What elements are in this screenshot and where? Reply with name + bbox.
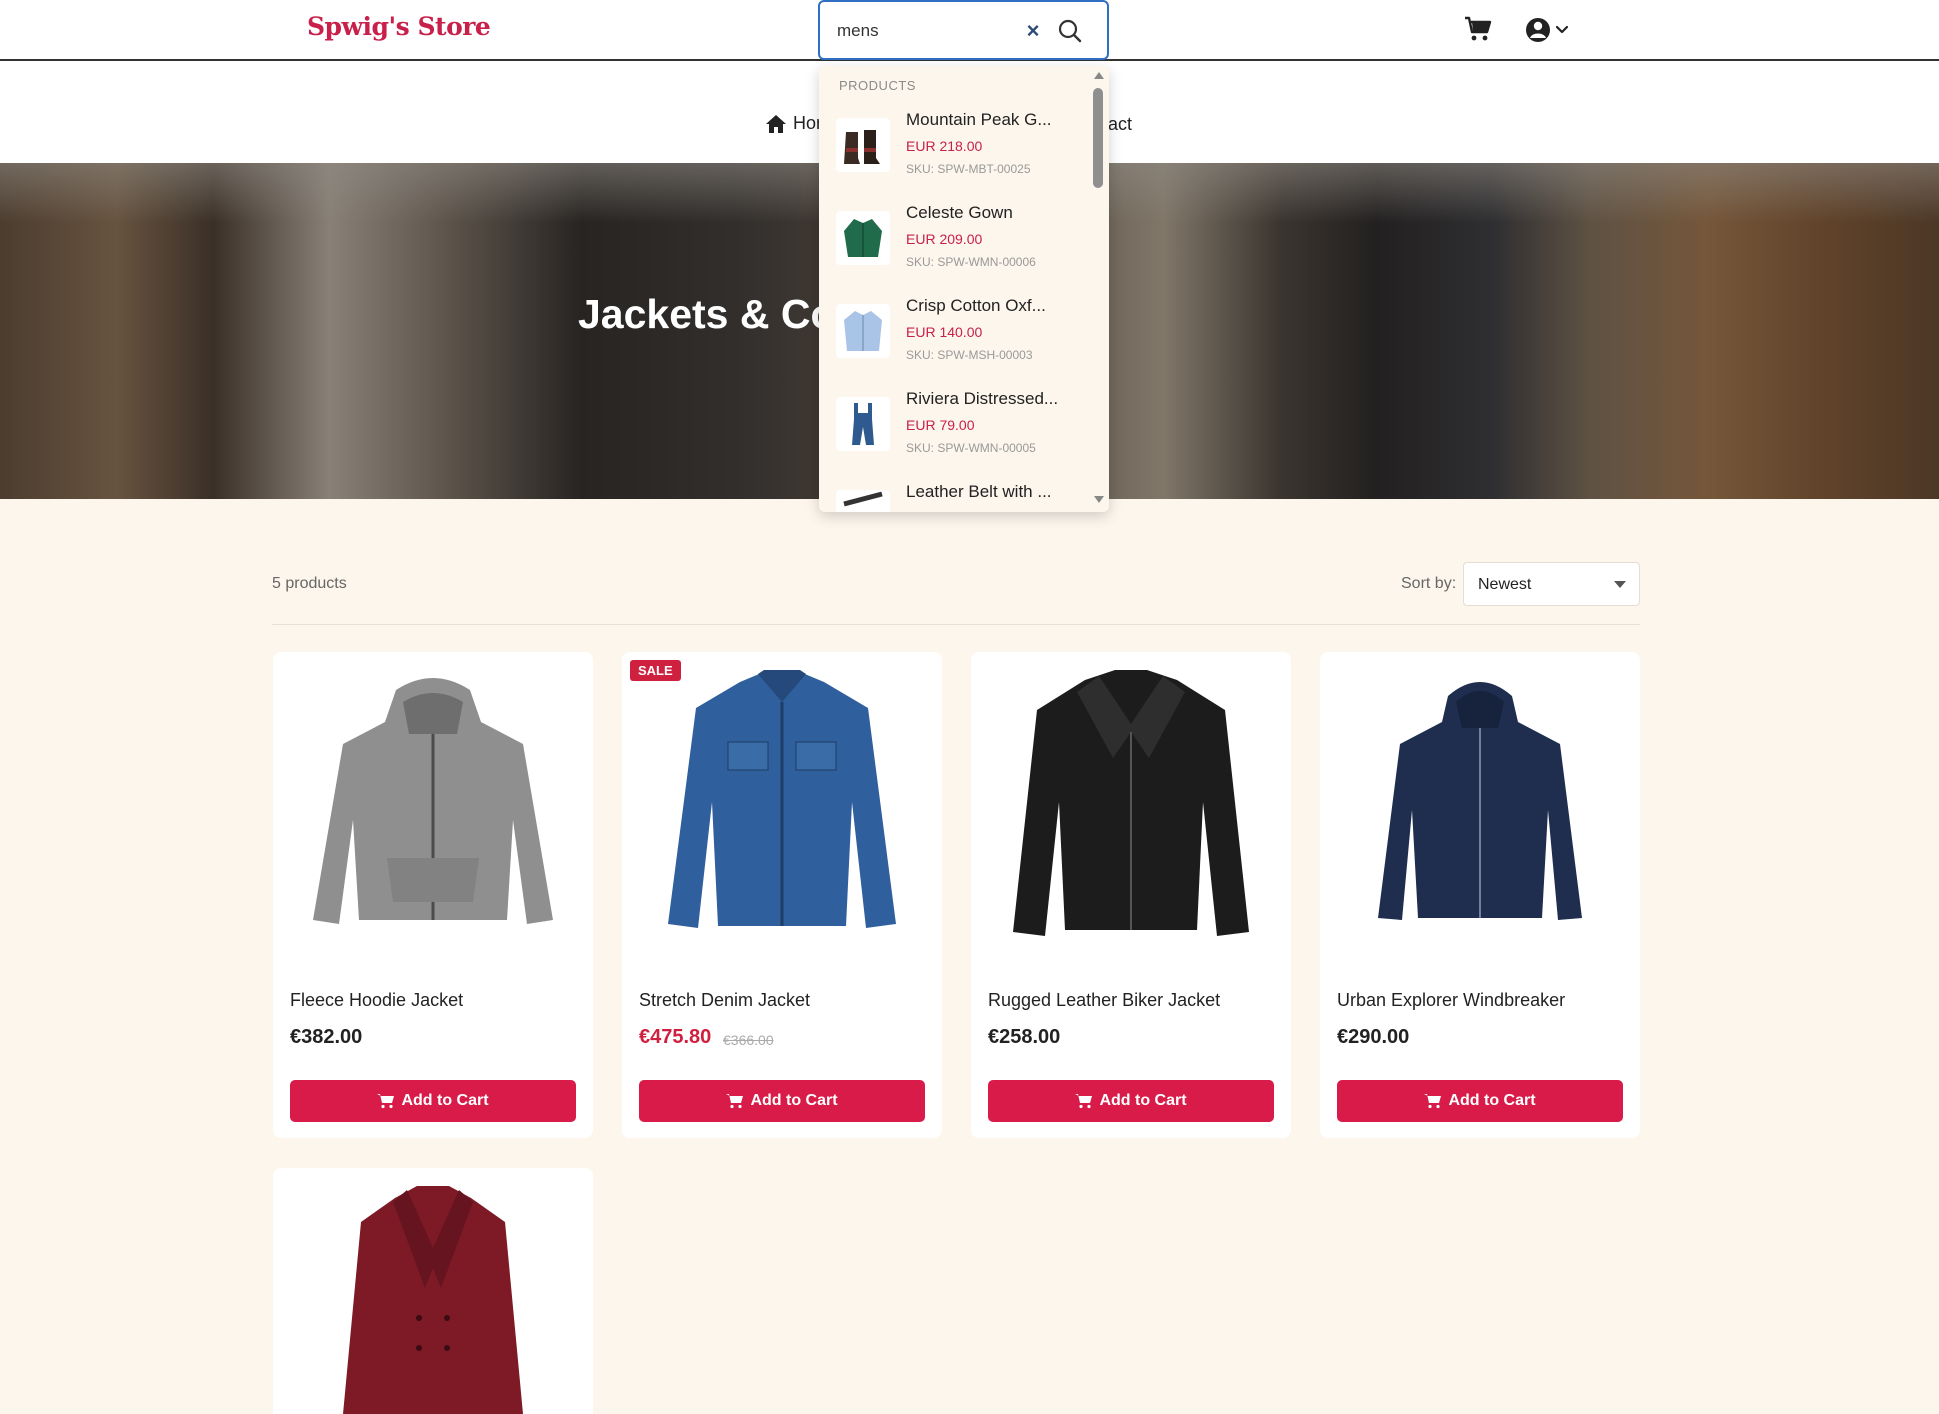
search-input[interactable]: [837, 18, 1027, 44]
suggestion-name: Mountain Peak G...: [906, 110, 1052, 129]
caret-down-icon: [1614, 581, 1626, 588]
add-to-cart-button[interactable]: Add to Cart: [988, 1080, 1274, 1122]
user-circle-icon: [1526, 18, 1569, 42]
suggestion-item[interactable]: Mountain Peak G... EUR 218.00 SKU: SPW-M…: [819, 104, 1083, 197]
suggestion-price: EUR 140.00: [906, 324, 983, 340]
product-price: €258.00: [988, 1026, 1061, 1048]
suggestion-name: Leather Belt with ...: [906, 482, 1052, 501]
store-logo[interactable]: Spwig's Store: [307, 12, 491, 41]
search-suggestions: PRODUCTS Mountain Peak G... EUR 218.00 S…: [819, 66, 1109, 512]
suggestion-item[interactable]: Riviera Distressed... EUR 79.00 SKU: SPW…: [819, 383, 1083, 476]
product-card[interactable]: SALE Stretch Denim Jacket €475.80 €366.0…: [622, 652, 942, 1138]
sort-select[interactable]: Newest: [1463, 562, 1640, 606]
product-name[interactable]: Rugged Leather Biker Jacket: [988, 990, 1220, 1011]
product-card[interactable]: [273, 1168, 593, 1414]
search-icon[interactable]: [1056, 17, 1084, 45]
belt-thumbnail: [836, 490, 890, 512]
cart-icon: [1424, 1094, 1442, 1109]
product-price: €290.00: [1337, 1026, 1410, 1048]
product-card[interactable]: Urban Explorer Windbreaker €290.00 Add t…: [1320, 652, 1640, 1138]
suggestion-price: EUR 79.00: [906, 417, 975, 433]
suggestion-name: Riviera Distressed...: [906, 389, 1059, 408]
scrollbar-thumb[interactable]: [1093, 88, 1103, 188]
search-box: ×: [818, 0, 1109, 60]
suggestion-sku: SKU: SPW-WMN-00006: [906, 255, 1036, 269]
site-header: Spwig's Store ×: [0, 0, 1939, 61]
suggestions-heading: PRODUCTS: [839, 78, 916, 93]
add-to-cart-button[interactable]: Add to Cart: [639, 1080, 925, 1122]
suggestion-item[interactable]: Crisp Cotton Oxf... EUR 140.00 SKU: SPW-…: [819, 290, 1083, 383]
add-to-cart-label: Add to Cart: [750, 1092, 838, 1109]
leather-jacket-image[interactable]: [989, 662, 1273, 962]
product-price: €382.00: [290, 1026, 363, 1048]
add-to-cart-label: Add to Cart: [1099, 1092, 1187, 1109]
sort-label: Sort by:: [1401, 575, 1457, 592]
chevron-down-icon: [1555, 25, 1569, 34]
boots-thumbnail: [836, 118, 890, 172]
sort-value: Newest: [1478, 576, 1532, 593]
suggestion-sku: SKU: SPW-WMN-00005: [906, 441, 1036, 455]
account-menu[interactable]: [1525, 16, 1575, 44]
cart-icon: [1075, 1094, 1093, 1109]
product-name[interactable]: Stretch Denim Jacket: [639, 990, 810, 1011]
product-count: 5 products: [272, 575, 347, 592]
cart-icon: [377, 1094, 395, 1109]
product-name[interactable]: Urban Explorer Windbreaker: [1337, 990, 1565, 1011]
hoodie-image[interactable]: [291, 662, 575, 962]
suggestion-name: Celeste Gown: [906, 203, 1013, 222]
suggestion-item[interactable]: Leather Belt with ...: [819, 476, 1083, 512]
scroll-down-icon[interactable]: [1094, 496, 1104, 503]
original-price: €366.00: [723, 1032, 774, 1048]
product-card[interactable]: Rugged Leather Biker Jacket €258.00 Add …: [971, 652, 1291, 1138]
suggestion-item[interactable]: Celeste Gown EUR 209.00 SKU: SPW-WMN-000…: [819, 197, 1083, 290]
add-to-cart-button[interactable]: Add to Cart: [1337, 1080, 1623, 1122]
add-to-cart-label: Add to Cart: [401, 1092, 489, 1109]
add-to-cart-button[interactable]: Add to Cart: [290, 1080, 576, 1122]
product-card[interactable]: Fleece Hoodie Jacket €382.00 Add to Cart: [273, 652, 593, 1138]
cart-icon[interactable]: [1464, 16, 1492, 42]
clear-search-icon[interactable]: ×: [1021, 18, 1045, 44]
windbreaker-image[interactable]: [1338, 662, 1622, 962]
scroll-up-icon[interactable]: [1094, 72, 1104, 79]
shirt-thumbnail: [836, 304, 890, 358]
suggestions-scrollbar[interactable]: [1089, 66, 1109, 512]
divider: [272, 624, 1640, 625]
product-name[interactable]: Fleece Hoodie Jacket: [290, 990, 463, 1011]
wool-coat-image[interactable]: [291, 1178, 575, 1414]
suggestion-sku: SKU: SPW-MBT-00025: [906, 162, 1031, 176]
sale-badge: SALE: [630, 660, 681, 681]
product-price: €475.80: [639, 1026, 712, 1048]
cart-icon: [726, 1094, 744, 1109]
suggestion-sku: SKU: SPW-MSH-00003: [906, 348, 1033, 362]
home-icon: [766, 114, 786, 133]
green-blouse-thumbnail: [836, 211, 890, 265]
denim-jacket-image[interactable]: [640, 662, 924, 962]
suggestion-price: EUR 209.00: [906, 231, 983, 247]
overalls-thumbnail: [836, 397, 890, 451]
suggestion-name: Crisp Cotton Oxf...: [906, 296, 1046, 315]
suggestion-price: EUR 218.00: [906, 138, 983, 154]
add-to-cart-label: Add to Cart: [1448, 1092, 1536, 1109]
